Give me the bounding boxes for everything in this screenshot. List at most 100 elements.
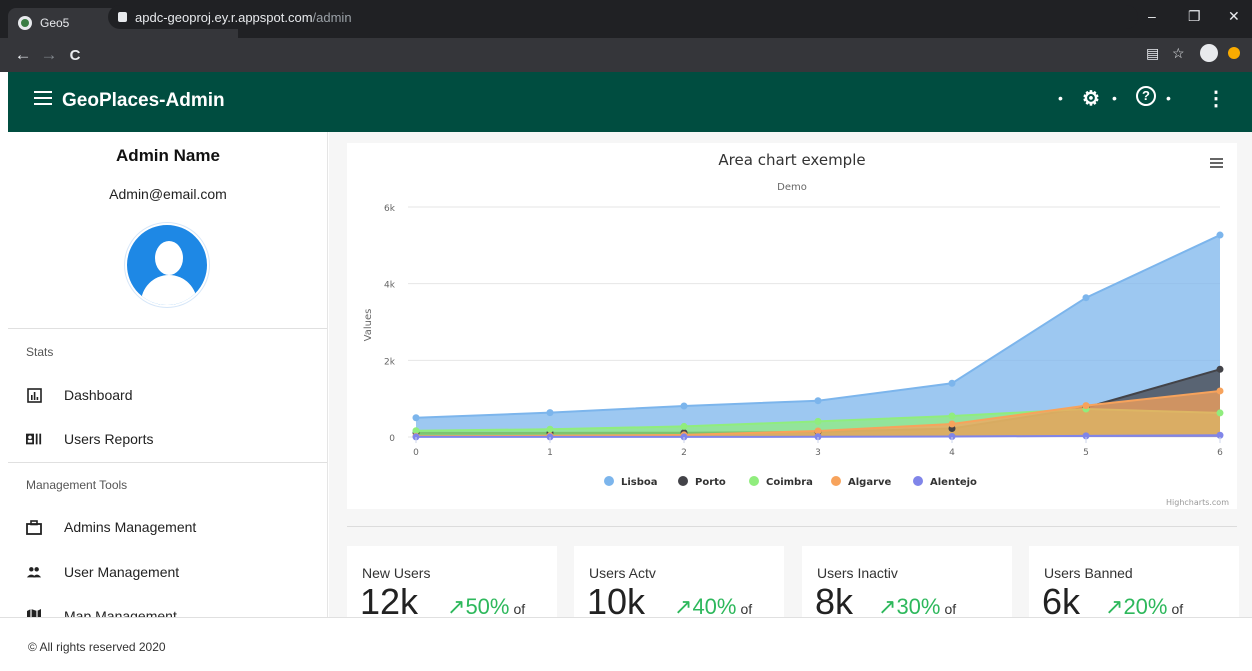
sidebar-item-label: Users Reports	[64, 431, 154, 447]
stat-title: Users Actv	[589, 565, 656, 581]
stat-percent: 50%	[465, 594, 510, 618]
sidebar-item-dashboard[interactable]: Dashboard	[8, 375, 327, 415]
restore-icon[interactable]: ❐	[1188, 8, 1201, 25]
y-axis-label: Values	[363, 309, 374, 342]
data-point-coimbra[interactable]	[814, 417, 822, 425]
dot-separator: •	[1058, 90, 1063, 106]
content-divider	[347, 526, 1237, 527]
url-path: /admin	[312, 9, 352, 25]
back-icon[interactable]: ←	[10, 45, 36, 65]
admin-name: Admin Name	[116, 146, 220, 165]
address-bar[interactable]: apdc-geoproj.ey.r.appspot.com/admin	[108, 5, 1138, 29]
legend-label: Algarve	[848, 477, 892, 488]
stat-value: 10k	[587, 581, 646, 618]
chart-menu-icon[interactable]	[1210, 158, 1223, 168]
forward-icon[interactable]: →	[36, 45, 62, 65]
app-brand[interactable]: GeoPlaces-Admin	[62, 90, 225, 112]
settings-gear-icon[interactable]: ⚙	[1082, 86, 1100, 111]
data-point-lisboa[interactable]	[1082, 294, 1090, 302]
sidebar-item-users-reports[interactable]: Users Reports	[8, 419, 327, 459]
dot-separator: •	[1112, 90, 1117, 106]
data-point-coimbra[interactable]	[1216, 409, 1224, 417]
sidebar-item-map-management[interactable]: Map Management	[8, 596, 327, 617]
x-tick-label: 6	[1217, 448, 1223, 458]
minimize-icon[interactable]: –	[1148, 8, 1156, 24]
x-tick-label: 5	[1083, 448, 1089, 458]
legend-item-algarve[interactable]: Algarve	[831, 476, 892, 488]
x-tick-label: 3	[815, 448, 821, 458]
trending-up-icon: ↗	[447, 594, 466, 618]
data-point-lisboa[interactable]	[412, 414, 420, 422]
sidebar-divider	[8, 328, 327, 329]
stat-card-users-inactive: Users Inactiv 8k ↗30% of	[802, 546, 1012, 617]
admin-avatar[interactable]	[125, 223, 209, 307]
data-point-algarve[interactable]	[1082, 402, 1090, 410]
data-point-algarve[interactable]	[1216, 387, 1224, 395]
footer: © All rights reserved 2020	[0, 617, 1252, 671]
sidebar-divider	[8, 462, 327, 463]
window-close-icon[interactable]: ✕	[1228, 8, 1240, 25]
dot-separator: •	[1166, 90, 1171, 106]
data-point-lisboa[interactable]	[546, 409, 554, 417]
data-point-coimbra[interactable]	[680, 422, 688, 430]
section-label-management: Management Tools	[26, 478, 128, 492]
legend-item-coimbra[interactable]: Coimbra	[749, 476, 813, 488]
stat-title: New Users	[362, 565, 431, 581]
sidebar-item-label: Dashboard	[64, 387, 133, 403]
report-icon	[26, 431, 42, 447]
x-tick-label: 1	[547, 448, 553, 458]
data-point-coimbra[interactable]	[948, 412, 956, 420]
lock-icon	[118, 12, 127, 22]
stat-trend: ↗50% of	[447, 594, 526, 618]
x-tick-label: 2	[681, 448, 687, 458]
sidebar-item-user-management[interactable]: User Management	[8, 552, 327, 592]
hamburger-menu-icon[interactable]	[34, 91, 52, 105]
stat-of: of	[740, 601, 753, 617]
data-point-coimbra[interactable]	[546, 425, 554, 433]
sidebar-item-admins-management[interactable]: Admins Management	[8, 507, 327, 547]
data-point-lisboa[interactable]	[814, 397, 822, 405]
help-icon[interactable]: ?	[1136, 86, 1156, 106]
legend-label: Coimbra	[766, 477, 813, 488]
stat-value: 6k	[1042, 581, 1081, 618]
legend-marker	[604, 476, 614, 486]
legend-label: Alentejo	[930, 477, 977, 488]
area-chart-card: Area chart exemple Demo 0123456 0 2k 4k 6k …	[347, 143, 1237, 509]
favicon-icon	[18, 16, 32, 30]
bar-chart-icon	[26, 387, 42, 403]
data-point-porto[interactable]	[1216, 365, 1224, 373]
stat-trend: ↗30% of	[878, 596, 956, 618]
briefcase-icon	[26, 519, 42, 535]
x-tick-label: 0	[413, 448, 419, 458]
stat-value: 8k	[815, 581, 854, 618]
more-vert-icon[interactable]: ⋮	[1206, 86, 1226, 111]
legend-item-porto[interactable]: Porto	[678, 476, 726, 488]
data-point-lisboa[interactable]	[948, 379, 956, 387]
stat-percent: 20%	[1123, 594, 1168, 618]
y-tick-label: 6k	[384, 204, 396, 214]
profile-avatar[interactable]	[1200, 44, 1218, 62]
chart-subtitle: Demo	[777, 182, 807, 193]
trending-up-icon: ↗	[674, 594, 693, 618]
data-point-lisboa[interactable]	[1216, 231, 1224, 239]
bookmark-star-icon[interactable]: ☆	[1172, 45, 1185, 62]
y-tick-label: 0	[389, 434, 395, 444]
stat-of: of	[513, 601, 526, 617]
update-indicator-icon[interactable]	[1228, 47, 1240, 59]
url-host: apdc-geoproj.ey.r.appspot.com	[135, 9, 313, 25]
data-point-algarve[interactable]	[948, 420, 956, 428]
legend-item-alentejo[interactable]: Alentejo	[913, 476, 977, 488]
stat-title: Users Inactiv	[817, 565, 898, 581]
stat-card-users-active: Users Actv 10k ↗40% of	[574, 546, 784, 617]
data-point-lisboa[interactable]	[680, 402, 688, 410]
y-tick-label: 4k	[384, 281, 396, 291]
stat-title: Users Banned	[1044, 565, 1133, 581]
legend-item-lisboa[interactable]: Lisboa	[604, 476, 658, 488]
chart-credits[interactable]: Highcharts.com	[1166, 498, 1229, 507]
translate-icon[interactable]: ▤	[1146, 45, 1159, 62]
legend-marker	[831, 476, 841, 486]
copyright-text: © All rights reserved 2020	[28, 640, 166, 654]
reload-icon[interactable]: C	[62, 47, 88, 64]
stat-trend: ↗40% of	[674, 594, 753, 618]
stat-percent: 40%	[692, 594, 737, 618]
